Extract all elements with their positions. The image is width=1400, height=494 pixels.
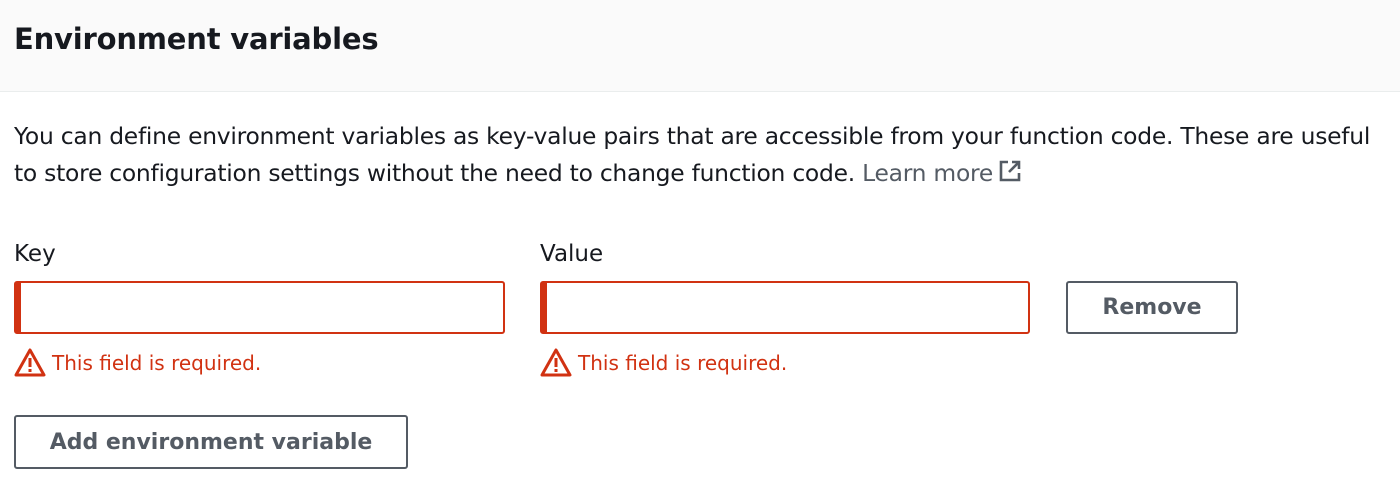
add-environment-variable-button[interactable]: Add environment variable — [14, 415, 408, 469]
key-error: This field is required. — [14, 346, 261, 380]
description-text: You can define environment variables as … — [14, 122, 1371, 187]
warning-icon — [14, 347, 46, 379]
environment-variables-panel: Environment variables You can define env… — [0, 0, 1400, 494]
learn-more-link[interactable]: Learn more — [862, 159, 1023, 187]
panel-title: Environment variables — [14, 22, 379, 56]
key-error-text: This field is required. — [52, 351, 262, 375]
value-error-text: This field is required. — [578, 351, 788, 375]
key-input[interactable] — [14, 281, 505, 334]
external-link-icon — [997, 158, 1023, 195]
value-error: This field is required. — [540, 346, 787, 380]
key-label: Key — [14, 241, 56, 267]
panel-header: Environment variables — [0, 0, 1400, 92]
value-input[interactable] — [540, 281, 1030, 334]
remove-button[interactable]: Remove — [1066, 281, 1238, 334]
value-label: Value — [540, 241, 604, 267]
learn-more-label: Learn more — [862, 159, 994, 187]
panel-description: You can define environment variables as … — [14, 118, 1394, 195]
warning-icon — [540, 347, 572, 379]
